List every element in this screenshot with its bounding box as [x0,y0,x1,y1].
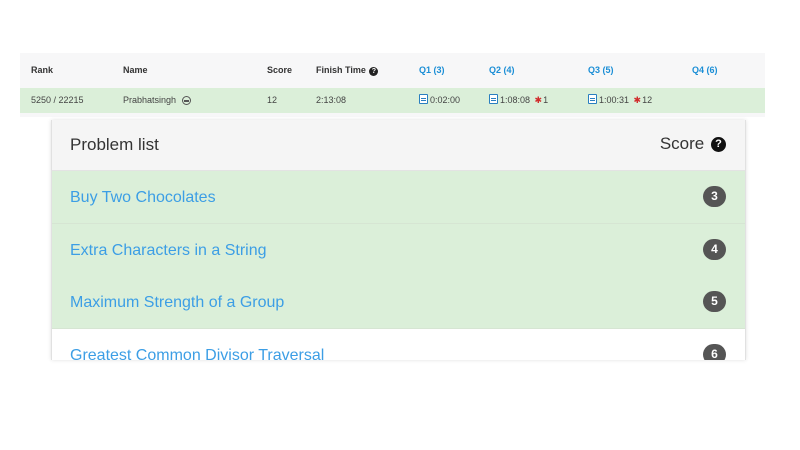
user-finish-time: 2:13:08 [316,95,347,105]
q3-result[interactable]: 1:00:31 ✱12 [588,88,652,113]
problem-item[interactable]: Maximum Strength of a Group 5 [52,276,745,329]
score-badge: 6 [703,344,726,360]
header-q3[interactable]: Q3 (5) [588,53,614,88]
problem-list-card: Problem list Score ? Buy Two Chocolates … [51,120,746,360]
problem-link[interactable]: Buy Two Chocolates [70,171,216,224]
file-icon[interactable] [489,94,498,104]
user-rank: 5250 / 22215 [31,95,84,105]
q1-time: 0:02:00 [430,95,461,105]
problem-link[interactable]: Extra Characters in a String [70,224,267,277]
header-score: Score [267,65,293,75]
header-q2[interactable]: Q2 (4) [489,53,515,88]
header-rank: Rank [31,65,54,75]
user-score: 12 [267,95,278,105]
header-finish-time: Finish Time ? [316,53,379,88]
score-heading: Score ? [660,120,726,168]
file-icon[interactable] [588,94,597,104]
header-q1[interactable]: Q1 (3) [419,53,445,88]
question-circle-icon[interactable]: ? [711,137,726,152]
score-badge: 4 [703,239,726,260]
user-avatar-icon [181,96,191,105]
question-circle-icon[interactable]: ? [369,67,379,76]
ranking-header-row: Rank Name Score Finish Time ? Q1 (3) Q2 … [20,53,765,88]
q3-time: 1:00:31 [599,95,630,105]
q3-wrong-count: 12 [642,95,653,105]
q1-result[interactable]: 0:02:00 [419,88,460,113]
q2-time: 1:08:08 [500,95,531,105]
problem-link[interactable]: Maximum Strength of a Group [70,276,284,329]
user-name[interactable]: Prabhatsingh [123,95,176,105]
problem-item[interactable]: Buy Two Chocolates 3 [52,171,745,224]
bug-icon: ✱ [534,95,543,105]
ranking-user-row: 5250 / 22215 Prabhatsingh 12 2:13:08 0:0… [20,88,765,113]
header-q4[interactable]: Q4 (6) [692,53,718,88]
problem-link[interactable]: Greatest Common Divisor Traversal [70,329,324,360]
problem-item[interactable]: Greatest Common Divisor Traversal 6 [52,329,745,360]
header-name: Name [123,65,148,75]
q2-wrong-count: 1 [543,95,549,105]
score-badge: 3 [703,186,726,207]
contest-page: Rank Name Score Finish Time ? Q1 (3) Q2 … [0,0,800,450]
score-badge: 5 [703,291,726,312]
score-heading-label: Score [659,134,705,153]
problem-item[interactable]: Extra Characters in a String 4 [52,224,745,277]
bug-icon: ✱ [633,95,642,105]
problem-list-title: Problem list [70,135,159,154]
problem-list-header: Problem list Score ? [52,120,745,171]
ranking-table: Rank Name Score Finish Time ? Q1 (3) Q2 … [20,53,765,117]
user-name-cell: Prabhatsingh [123,88,191,113]
file-icon[interactable] [419,94,428,104]
header-finish-time-label: Finish Time [316,65,366,75]
q2-result[interactable]: 1:08:08 ✱1 [489,88,548,113]
